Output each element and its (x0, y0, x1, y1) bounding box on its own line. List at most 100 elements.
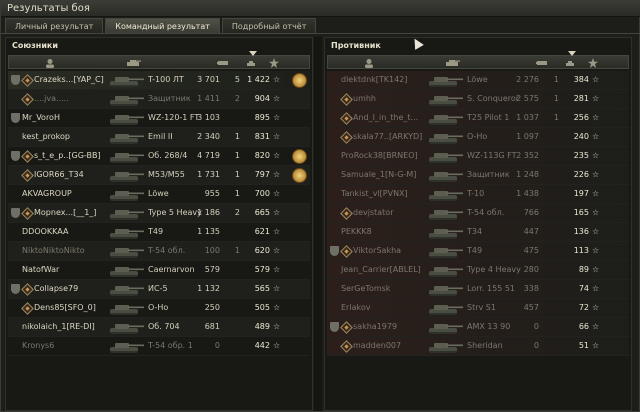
xp-value: 165 (573, 208, 589, 217)
allies-player-row[interactable]: Collapse79 ИС-5 1 132 565 ☆ (8, 280, 310, 299)
allies-panel: Союзники Crazeks...[YAP_C] T-100 ЛТ 3 701 5… (5, 37, 313, 411)
xp-value: 505 (254, 303, 270, 312)
vehicle-name: T-10 (467, 189, 485, 198)
enemies-player-row[interactable]: dlektdnk[TK142] Löwe 2 276 1 384 ☆ (327, 71, 629, 90)
player-name: sakha1979 (353, 322, 398, 331)
xp-value: 281 (573, 94, 589, 103)
damage-value: 681 (204, 322, 220, 331)
damage-value: 475 (523, 246, 539, 255)
tank-icon (425, 226, 465, 240)
tab-2[interactable]: Подробный отчёт (221, 18, 317, 33)
clan-badge-icon (11, 113, 20, 123)
allies-column-header (8, 51, 310, 69)
clan-badge-icon (11, 284, 20, 294)
enemies-header-vehicle-icon[interactable] (444, 58, 460, 67)
allies-player-row[interactable]: Kronys6 T-54 обр. 1 0 442 ☆ (8, 337, 310, 356)
vehicle-name: Об. 268/4 (148, 151, 188, 160)
xp-value: 384 (573, 75, 589, 84)
vehicle-name: Защитник (467, 170, 510, 179)
allies-player-row[interactable]: s_t_e_p..[GG-BB] Об. 268/4 4 719 1 820 ☆ (8, 147, 310, 166)
vehicle-name: Löwe (148, 189, 169, 198)
allies-player-row[interactable]: NatofWar Caernarvon 579 579 ☆ (8, 261, 310, 280)
allies-player-row[interactable]: DDOOKKAA T49 1 135 621 ☆ (8, 223, 310, 242)
xp-value: 831 (254, 132, 270, 141)
xp-star-icon: ☆ (273, 94, 281, 103)
tank-icon (106, 188, 146, 202)
player-name: Tankist_vl[PVNX] (341, 189, 408, 198)
allies-player-row[interactable]: ....jva..... Защитник 1 411 2 904 ☆ (8, 90, 310, 109)
enemies-title: Противник (331, 41, 381, 50)
player-name: PEKKK8 (341, 227, 372, 236)
medal-icon[interactable] (292, 149, 307, 164)
clan-badge-icon (11, 151, 20, 161)
xp-star-icon: ☆ (592, 265, 600, 274)
enemies-player-row[interactable]: And_I_in_the_t... T25 Pilot 1 1 037 1 256 ☆ (327, 109, 629, 128)
enemies-player-row[interactable]: sakha1979 AMX 13 90 0 66 ☆ (327, 318, 629, 337)
tank-icon (106, 207, 146, 221)
tab-1[interactable]: Командный результат (105, 18, 220, 33)
damage-value: 579 (204, 265, 220, 274)
enemies-player-row[interactable]: Samuale_1[N-G-M] Защитник 1 248 226 ☆ (327, 166, 629, 185)
damage-value: 766 (523, 208, 539, 217)
enemies-header-kills-icon[interactable] (564, 58, 576, 67)
vehicle-name: Löwe (467, 75, 488, 84)
tank-icon (425, 264, 465, 278)
player-name: umhh (353, 94, 377, 103)
enemies-panel: Противник dlektdnk[TK142] Löwe 2 276 1 384 ☆ u… (324, 37, 632, 411)
tank-icon (106, 112, 146, 126)
allies-player-row[interactable]: AKVAGROUP Löwe 955 1 700 ☆ (8, 185, 310, 204)
player-name: NiktoNiktoNikto (22, 246, 85, 255)
allies-player-row[interactable]: Mr_VoroH WZ-120-1 FT 3 103 895 ☆ (8, 109, 310, 128)
enemies-player-row[interactable]: madden007 Sheridan 0 51 ☆ (327, 337, 629, 356)
enemies-header-player-icon[interactable] (364, 58, 376, 68)
allies-player-row[interactable]: Dens85[SFO_0] O-Ho 250 505 ☆ (8, 299, 310, 318)
damage-value: 0 (533, 322, 539, 331)
medal-icon[interactable] (292, 168, 307, 183)
enemies-player-row[interactable]: PEKKK8 T34 447 136 ☆ (327, 223, 629, 242)
vehicle-name: T25 Pilot 1 (467, 113, 510, 122)
allies-player-row[interactable]: NiktoNiktoNikto T-54 обл. 100 1 620 ☆ (8, 242, 310, 261)
enemies-player-row[interactable]: devjstator T-54 обл. 766 165 ☆ (327, 204, 629, 223)
player-name: Crazeks...[YAP_C] (34, 75, 104, 84)
allies-player-row[interactable]: IGOR66_T34 M53/M55 1 731 1 797 ☆ (8, 166, 310, 185)
enemies-player-row[interactable]: Tankist_vl[PVNX] T-10 1 438 197 ☆ (327, 185, 629, 204)
platoon-icon (21, 93, 34, 106)
allies-player-row[interactable]: kest_prokop Emil II 2 340 1 831 ☆ (8, 128, 310, 147)
vehicle-name: O-Ho (148, 303, 169, 312)
allies-header-damage-icon[interactable] (217, 58, 229, 67)
allies-header-xp-icon[interactable] (269, 58, 281, 68)
medal-icon[interactable] (292, 73, 307, 88)
kills-value: 1 (553, 94, 559, 103)
xp-star-icon: ☆ (273, 265, 281, 274)
enemies-player-row[interactable]: Jean_Carrier[ABLEL] Type 4 Heavy 280 89 ☆ (327, 261, 629, 280)
allies-header-player-icon[interactable] (45, 58, 57, 68)
xp-star-icon: ☆ (273, 303, 281, 312)
allies-player-row[interactable]: Mopnex...[__1_] Type 5 Heavy 1 186 2 665 ☆ (8, 204, 310, 223)
allies-header-kills-icon[interactable] (245, 58, 257, 67)
damage-value: 955 (204, 189, 220, 198)
player-name: Dens85[SFO_0] (34, 303, 96, 312)
enemies-player-row[interactable]: SerGeTomsk Lorr. 155 51 338 74 ☆ (327, 280, 629, 299)
player-name: NatofWar (22, 265, 60, 274)
enemies-player-row[interactable]: ProRock38[BRNEO] WZ-113G FT 2 352 235 ☆ (327, 147, 629, 166)
allies-player-row[interactable]: Crazeks...[YAP_C] T-100 ЛТ 3 701 5 1 422 ☆ (8, 71, 310, 90)
tab-0[interactable]: Личный результат (5, 18, 104, 33)
allies-header-vehicle-icon[interactable] (125, 58, 141, 67)
xp-star-icon: ☆ (592, 303, 600, 312)
enemies-player-row[interactable]: ViktorSakha T49 475 113 ☆ (327, 242, 629, 261)
enemies-player-row[interactable]: Erlakov Strv S1 457 72 ☆ (327, 299, 629, 318)
xp-star-icon: ☆ (273, 208, 281, 217)
damage-value: 1 097 (516, 132, 539, 141)
damage-value: 100 (204, 246, 220, 255)
enemies-header-damage-icon[interactable] (536, 58, 548, 67)
vehicle-name: ИС-5 (148, 284, 168, 293)
enemies-player-row[interactable]: umhh S. Conqueror 2 575 1 281 ☆ (327, 90, 629, 109)
vehicle-name: M53/M55 (148, 170, 185, 179)
enemies-player-row[interactable]: skala77..[ARKYD] O-Ho 1 097 240 ☆ (327, 128, 629, 147)
allies-player-row[interactable]: nikolaich_1[RE-DI] Об. 704 681 489 ☆ (8, 318, 310, 337)
damage-value: 2 352 (516, 151, 539, 160)
xp-value: 74 (578, 284, 589, 293)
player-name: skala77..[ARKYD] (353, 132, 423, 141)
kills-value: 1 (234, 151, 240, 160)
enemies-header-xp-icon[interactable] (588, 58, 600, 68)
